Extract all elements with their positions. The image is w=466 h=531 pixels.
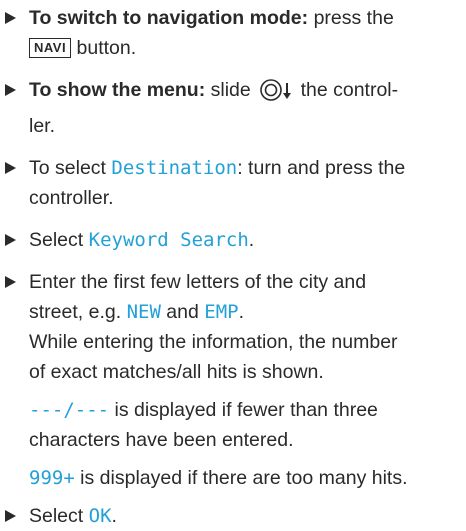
- note-text: characters have been entered.: [29, 429, 294, 451]
- note-too-many-hits: 999+ is displayed if there are too many …: [4, 463, 462, 493]
- display-text-999: 999+: [29, 467, 75, 489]
- display-text-dashes: ---/---: [29, 399, 110, 421]
- step-select-ok: Select OK.: [4, 501, 462, 531]
- step-text: slide: [205, 79, 257, 101]
- navi-key-label: NAVI: [29, 38, 72, 58]
- display-text-ok: OK: [88, 505, 112, 527]
- step-text: street, e.g.: [29, 301, 127, 323]
- step-text: .: [111, 505, 117, 527]
- step-text: While entering the information, the numb…: [29, 331, 398, 353]
- step-text: button.: [71, 37, 137, 59]
- step-text: Select: [29, 505, 89, 527]
- step-enter-letters: Enter the first few letters of the city …: [4, 267, 462, 387]
- step-text: and: [160, 301, 205, 323]
- step-text: Enter the first few letters of the city …: [29, 271, 367, 293]
- step-text: .: [248, 229, 255, 251]
- step-show-menu: To show the menu: slide the control- ler…: [4, 75, 462, 141]
- step-text: the control-: [295, 79, 399, 101]
- triangle-right-icon: [5, 12, 16, 24]
- step-select-keyword-search: Select Keyword Search.: [4, 225, 462, 255]
- step-heading: To show the menu:: [29, 79, 206, 101]
- controller-slide-down-icon: [259, 78, 293, 111]
- step-text: controller.: [29, 187, 114, 209]
- step-text: To select: [29, 157, 112, 179]
- step-switch-navigation: To switch to navigation mode: press the …: [4, 3, 462, 63]
- triangle-right-icon: [5, 162, 16, 174]
- step-heading: To switch to navigation mode:: [29, 7, 309, 29]
- step-text: : turn and press the: [237, 157, 406, 179]
- triangle-right-icon: [5, 510, 16, 522]
- step-text: of exact matches/all hits is shown.: [29, 361, 324, 383]
- display-text-keyword-search: Keyword Search: [88, 229, 249, 251]
- instruction-page: To switch to navigation mode: press the …: [0, 0, 466, 527]
- step-text: .: [238, 301, 245, 323]
- triangle-right-icon: [5, 234, 16, 246]
- triangle-right-icon: [5, 84, 16, 96]
- note-text: is displayed if fewer than three: [109, 399, 378, 421]
- display-text-destination: Destination: [111, 157, 238, 179]
- step-text: press the: [308, 7, 394, 29]
- note-fewer-characters: ---/--- is displayed if fewer than three…: [4, 395, 462, 455]
- step-select-destination: To select Destination: turn and press th…: [4, 153, 462, 213]
- display-text-new: NEW: [126, 301, 161, 323]
- note-text: is displayed if there are too many hits.: [74, 467, 408, 489]
- display-text-emp: EMP: [204, 301, 239, 323]
- triangle-right-icon: [5, 276, 16, 288]
- step-text: ler.: [29, 115, 56, 137]
- step-text: Select: [29, 229, 89, 251]
